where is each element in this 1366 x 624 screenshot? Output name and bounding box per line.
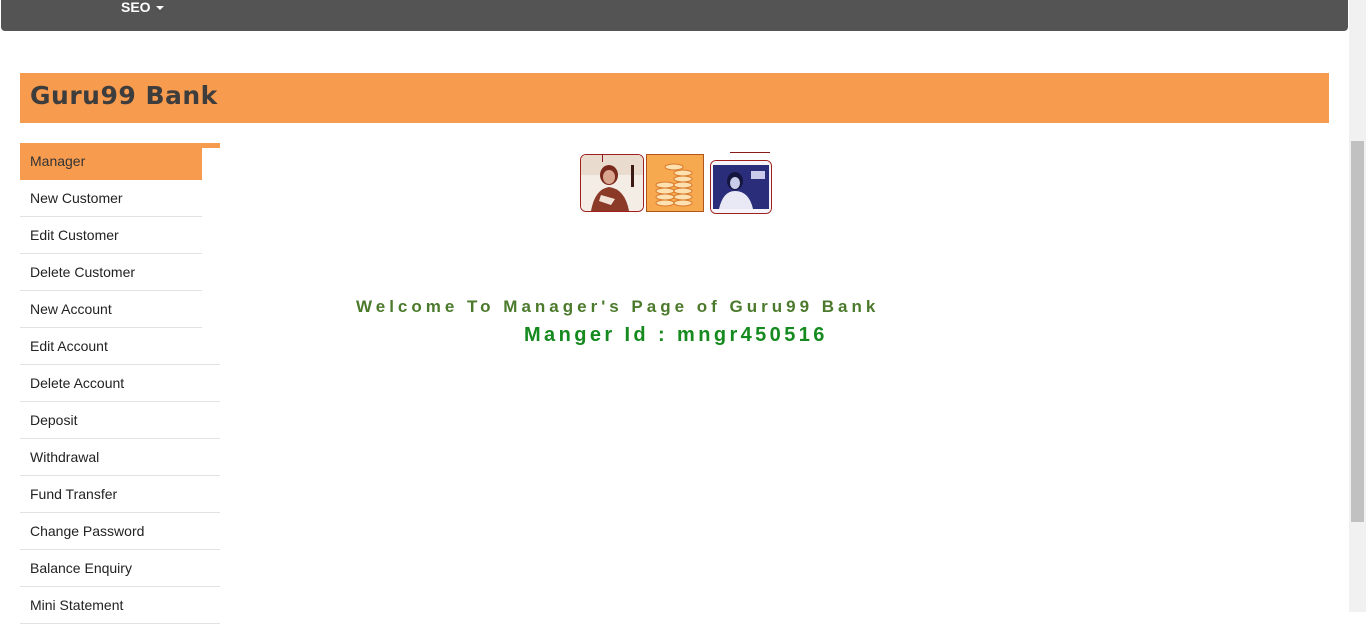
- menu-item-new-account[interactable]: New Account: [20, 291, 202, 328]
- menu-item-manager[interactable]: Manager: [20, 148, 202, 180]
- top-navbar: SEO: [1, 0, 1348, 31]
- menu-item-edit-account[interactable]: Edit Account: [20, 328, 220, 365]
- coin-stack-image: [646, 154, 704, 212]
- vertical-scrollbar[interactable]: [1349, 0, 1366, 612]
- seo-dropdown[interactable]: SEO: [121, 0, 164, 16]
- seo-dropdown-label: SEO: [121, 0, 151, 15]
- menu-item-change-password[interactable]: Change Password: [20, 513, 220, 550]
- welcome-message: Welcome To Manager's Page of Guru99 Bank: [356, 297, 880, 316]
- menu-item-withdrawal[interactable]: Withdrawal: [20, 439, 220, 476]
- caret-down-icon: [155, 6, 164, 11]
- header-images: [580, 152, 772, 214]
- side-menu: Manager New Customer Edit Customer Delet…: [20, 143, 220, 624]
- menu-item-balance-enquiry[interactable]: Balance Enquiry: [20, 550, 220, 587]
- menu-item-deposit[interactable]: Deposit: [20, 402, 220, 439]
- menu-item-new-customer[interactable]: New Customer: [20, 180, 202, 217]
- menu-item-delete-account[interactable]: Delete Account: [20, 365, 220, 402]
- banker-phone-image: [580, 154, 644, 212]
- manager-id-text: Manger Id : mngr450516: [524, 324, 828, 346]
- menu-item-edit-customer[interactable]: Edit Customer: [20, 217, 202, 254]
- brand-banner: Guru99 Bank: [20, 73, 1329, 123]
- decorative-line: [602, 154, 603, 162]
- brand-title: Guru99 Bank: [30, 81, 218, 110]
- decorative-line: [730, 152, 770, 153]
- customer-image: [710, 160, 772, 214]
- menu-item-mini-statement[interactable]: Mini Statement: [20, 587, 220, 624]
- menu-item-fund-transfer[interactable]: Fund Transfer: [20, 476, 220, 513]
- menu-item-delete-customer[interactable]: Delete Customer: [20, 254, 202, 291]
- scrollbar-thumb[interactable]: [1351, 141, 1364, 522]
